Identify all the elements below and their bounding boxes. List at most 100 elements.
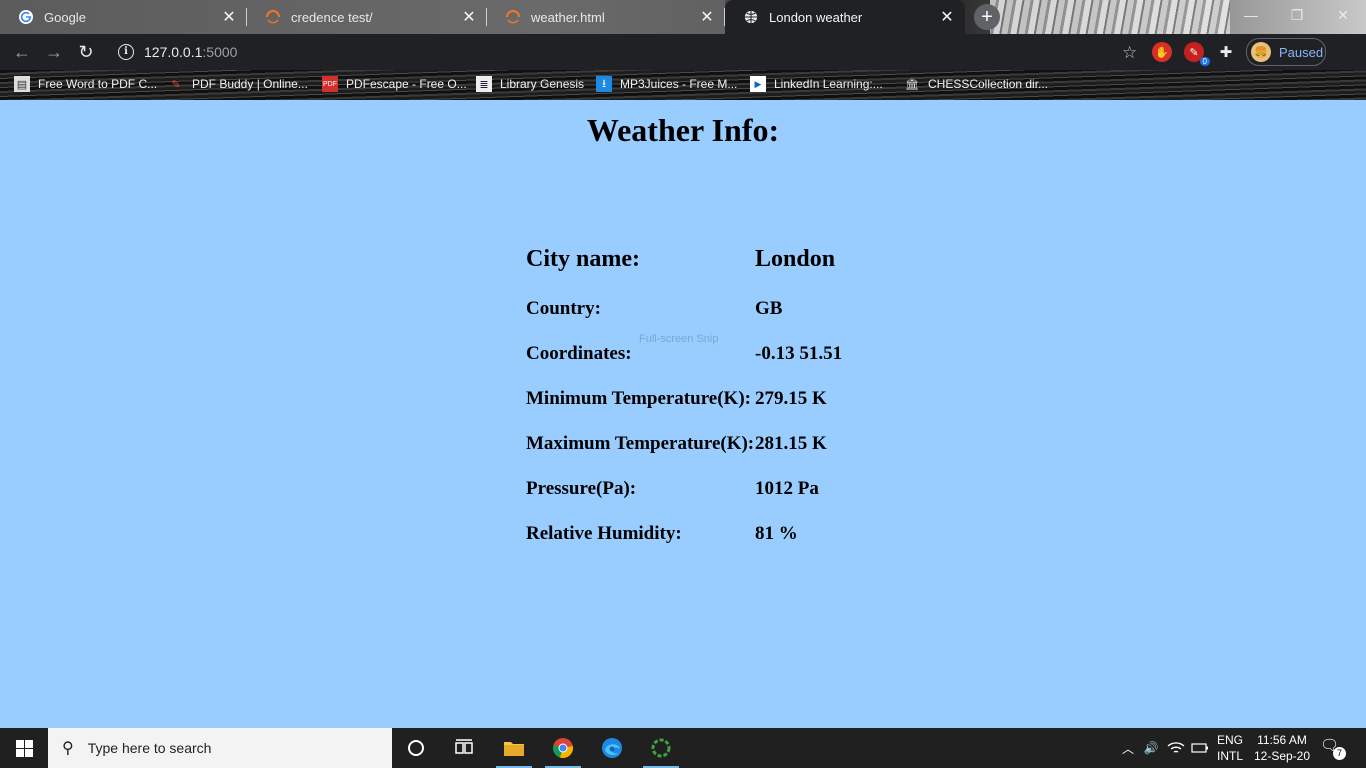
tab-credence-test[interactable]: credence test/ ✕: [247, 0, 487, 34]
puzzle-icon[interactable]: ✚: [1216, 42, 1236, 62]
row-value: -0.13 51.51: [755, 343, 843, 364]
file-explorer-icon[interactable]: [492, 728, 536, 768]
loading-icon: [505, 9, 521, 25]
bookmark-label: LinkedIn Learning:...: [774, 77, 883, 91]
address-bar[interactable]: i 127.0.0.1 :5000 ☆: [108, 39, 1142, 65]
profile-status: Paused: [1279, 44, 1324, 60]
bookmark-pdf-buddy[interactable]: ✎ PDF Buddy | Online...: [168, 70, 308, 98]
browser-toolbar: ← → ↻ i 127.0.0.1 :5000 ☆ ✋ ✎ 0 ✚ 🍔 Pause…: [0, 34, 1366, 70]
clock-date: 12-Sep-20: [1253, 749, 1311, 763]
windows-icon: [15, 739, 33, 757]
close-icon[interactable]: ✕: [699, 7, 715, 27]
row-label: Minimum Temperature(K):: [526, 388, 751, 409]
bookmark-pdfescape[interactable]: PDF PDFescape - Free O...: [322, 70, 467, 98]
play-icon: ▶: [750, 76, 766, 92]
bookmark-free-word-to-pdf[interactable]: ▤ Free Word to PDF C...: [14, 70, 157, 98]
info-icon[interactable]: i: [118, 44, 134, 60]
row-label: Relative Humidity:: [526, 523, 682, 544]
cortana-icon[interactable]: [394, 728, 438, 768]
row-value: GB: [755, 298, 783, 319]
app-loader-icon[interactable]: [639, 728, 683, 768]
row-label: Coordinates:: [526, 343, 632, 364]
tab-strip: Google ✕ credence test/ ✕ weather.html ✕…: [0, 0, 1366, 34]
new-tab-button[interactable]: +: [974, 4, 1000, 30]
profile-button[interactable]: 🍔 Paused: [1246, 38, 1326, 66]
close-window-icon[interactable]: ✕: [1320, 0, 1366, 30]
bookmark-linkedin-learning[interactable]: ▶ LinkedIn Learning:...: [750, 70, 883, 98]
system-clock[interactable]: 11:56 AM 12-Sep-20: [1252, 732, 1312, 764]
volume-icon[interactable]: 🔊: [1140, 728, 1162, 768]
row-label: City name:: [526, 246, 640, 272]
bookmark-label: MP3Juices - Free M...: [620, 77, 738, 91]
google-icon: [18, 9, 34, 25]
bookmark-label: CHESSCollection dir...: [928, 77, 1049, 91]
tab-label: weather.html: [531, 9, 605, 25]
notification-center-icon[interactable]: 🗨 7: [1320, 736, 1346, 760]
loading-icon: [265, 9, 281, 25]
extension-badge: 0: [1199, 57, 1210, 66]
snip-hint: Full-screen Snip: [639, 333, 719, 345]
page-title: Weather Info:: [586, 112, 780, 148]
pen-icon: ✎: [171, 78, 181, 91]
row-value: 279.15 K: [755, 388, 827, 409]
bookmark-star-icon[interactable]: ☆: [1122, 43, 1142, 63]
page-content: Weather Info: City name: London Country:…: [0, 100, 1366, 728]
extension-icon[interactable]: ✎ 0: [1184, 42, 1210, 66]
language-code: ENG: [1216, 733, 1243, 747]
back-icon[interactable]: ←: [10, 40, 34, 64]
row-value: 1012 Pa: [755, 478, 819, 499]
bookmark-label: PDF Buddy | Online...: [192, 77, 308, 91]
battery-icon[interactable]: [1188, 728, 1212, 768]
avatar: 🍔: [1251, 42, 1271, 62]
tab-google[interactable]: Google ✕: [0, 0, 247, 34]
close-icon[interactable]: ✕: [221, 7, 237, 27]
close-icon[interactable]: ✕: [939, 7, 955, 27]
tab-weather-html[interactable]: weather.html ✕: [487, 0, 725, 34]
clock-time: 11:56 AM: [1257, 733, 1307, 747]
library-icon: ≣: [476, 76, 492, 92]
row-value: 81 %: [755, 523, 798, 544]
row-value: London: [755, 246, 836, 272]
reload-icon[interactable]: ↻: [74, 40, 98, 64]
bookmark-chesscollection[interactable]: 🏛 CHESSCollection dir...: [904, 70, 1048, 98]
forward-icon[interactable]: →: [42, 40, 66, 64]
bookmark-mp3juices[interactable]: ⭳ MP3Juices - Free M...: [596, 70, 737, 98]
document-icon: ▤: [14, 76, 30, 92]
start-button[interactable]: [0, 728, 48, 768]
show-hidden-icons-icon[interactable]: ︿: [1118, 728, 1138, 768]
pdf-icon: PDF: [322, 76, 338, 92]
restore-icon[interactable]: ❐: [1274, 0, 1320, 30]
url-host: 127.0.0.1: [144, 44, 203, 60]
tab-label: London weather: [769, 9, 863, 25]
close-icon[interactable]: ✕: [461, 7, 477, 27]
search-input[interactable]: [85, 739, 370, 757]
input-language[interactable]: ENG INTL: [1216, 732, 1244, 764]
tab-label: credence test/: [291, 9, 373, 25]
adblock-extension-icon[interactable]: ✋: [1152, 42, 1172, 62]
museum-icon: 🏛: [905, 78, 919, 91]
task-view-icon[interactable]: [442, 728, 486, 768]
notification-count: 7: [1333, 747, 1346, 760]
row-label: Country:: [526, 298, 601, 319]
row-label: Pressure(Pa):: [526, 478, 637, 499]
bookmarks-bar: ▤ Free Word to PDF C... ✎ PDF Buddy | On…: [0, 70, 1366, 100]
wifi-icon[interactable]: [1164, 728, 1188, 768]
windows-taskbar: ⚲ ︿ 🔊 ENG INTL 11:56 AM 12-Sep-20 🗨7: [0, 728, 1366, 768]
edge-icon[interactable]: [590, 728, 634, 768]
row-label: Maximum Temperature(K):: [526, 433, 755, 454]
bookmark-label: Free Word to PDF C...: [38, 77, 158, 91]
keyboard-layout: INTL: [1216, 749, 1243, 763]
bookmark-label: PDFescape - Free O...: [346, 77, 467, 91]
taskbar-search[interactable]: ⚲: [48, 728, 392, 768]
tab-label: Google: [44, 9, 86, 25]
url-port: :5000: [202, 44, 238, 60]
theme-background: [990, 0, 1230, 34]
chrome-icon[interactable]: [541, 728, 585, 768]
globe-icon: [743, 9, 759, 25]
bookmark-label: Library Genesis: [500, 77, 585, 91]
bookmark-library-genesis[interactable]: ≣ Library Genesis: [476, 70, 584, 98]
tab-london-weather[interactable]: London weather ✕: [725, 0, 965, 34]
minimize-icon[interactable]: —: [1228, 0, 1274, 30]
download-icon: ⭳: [596, 76, 612, 92]
row-value: 281.15 K: [755, 433, 827, 454]
